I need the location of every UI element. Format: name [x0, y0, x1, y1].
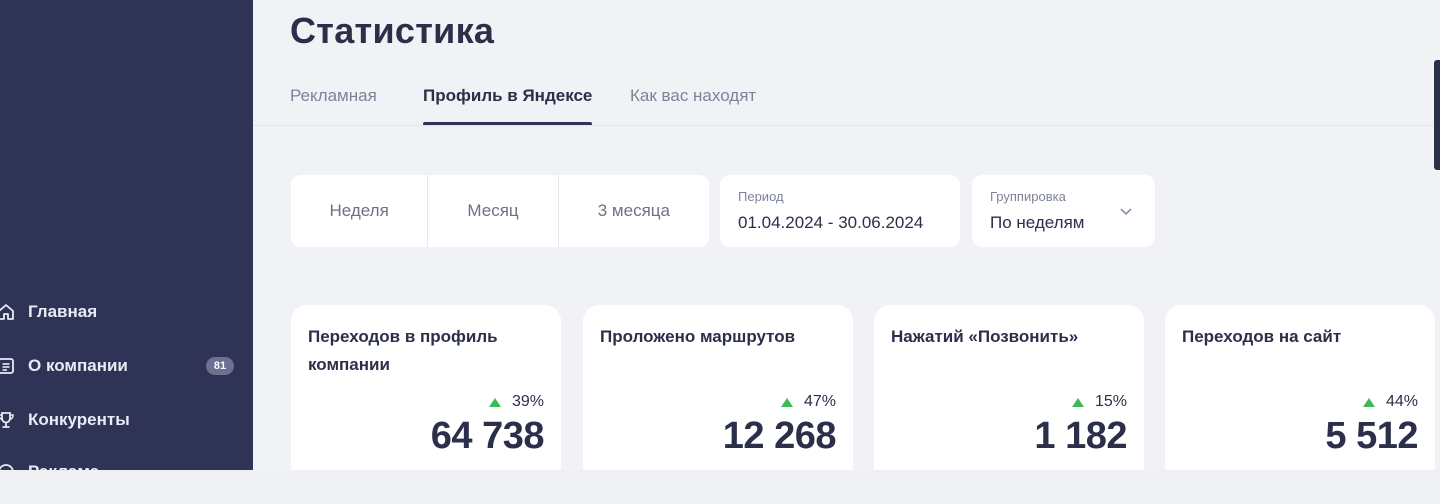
stat-card-site-visits[interactable]: Переходов на сайт 44% 5 512 — [1165, 305, 1435, 470]
sidebar-item-home[interactable]: Главная — [0, 295, 253, 329]
stat-card-delta: 47% — [780, 393, 836, 411]
trend-up-icon — [488, 397, 501, 407]
bottom-band — [0, 470, 1440, 504]
ads-icon — [0, 462, 16, 470]
period-value: 01.04.2024 - 30.06.2024 — [738, 213, 924, 232]
stat-card-title: Проложено маршрутов — [600, 327, 796, 346]
stat-card-delta: 39% — [488, 393, 544, 411]
stat-card-value: 1 182 — [1034, 415, 1127, 457]
sidebar-item-label: О компании — [28, 356, 128, 375]
grouping-label: Группировка — [990, 189, 1066, 204]
tab-label: Как вас находят — [630, 86, 757, 105]
tab-yandex-profile[interactable]: Профиль в Яндексе — [423, 86, 593, 126]
page-title: Статистика — [290, 10, 495, 51]
tab-how-found[interactable]: Как вас находят — [630, 86, 756, 126]
page-edge-scroll-handle — [1434, 60, 1440, 170]
delta-value: 47% — [803, 393, 836, 410]
document-icon — [0, 356, 16, 376]
stat-card-value: 64 738 — [430, 415, 545, 457]
stat-card-calls[interactable]: Нажатий «Позвонить» 15% 1 182 — [874, 305, 1144, 470]
sidebar-item-label: Реклама — [28, 462, 99, 470]
grouping-value: По неделям — [990, 213, 1085, 232]
home-icon — [0, 302, 16, 322]
sidebar-item-company[interactable]: О компании 81 — [0, 349, 253, 383]
sidebar-item-label: Главная — [28, 302, 98, 321]
tab-label: Рекламная — [290, 86, 377, 105]
stat-card-profile-visits[interactable]: Переходов в профиль компании 39% 64 738 — [291, 305, 561, 470]
period-3months-button[interactable]: 3 месяца — [559, 175, 709, 247]
count-badge: 81 — [206, 357, 234, 375]
stat-card-value: 12 268 — [722, 415, 837, 457]
trend-up-icon — [780, 397, 793, 407]
stat-card-delta: 15% — [1071, 393, 1127, 411]
period-segmented-control: Неделя Месяц 3 месяца — [291, 175, 709, 247]
grouping-select[interactable]: Группировка По неделям — [972, 175, 1155, 247]
stat-card-delta: 44% — [1362, 393, 1418, 411]
delta-value: 39% — [511, 393, 544, 410]
period-week-button[interactable]: Неделя — [291, 175, 429, 247]
sidebar: Главная О компании 81 Конкуренты Реклама — [0, 0, 253, 470]
tab-ads[interactable]: Рекламная — [290, 86, 377, 126]
tab-label: Профиль в Яндексе — [423, 86, 593, 105]
stat-card-title: Нажатий «Позвонить» — [891, 327, 1079, 346]
stat-card-routes[interactable]: Проложено маршрутов 47% 12 268 — [583, 305, 853, 470]
chevron-down-icon — [1119, 203, 1133, 221]
trend-up-icon — [1362, 397, 1375, 407]
period-label: Период — [738, 189, 784, 204]
sidebar-item-ads[interactable]: Реклама — [0, 455, 253, 470]
delta-value: 44% — [1385, 393, 1418, 410]
stat-card-title: Переходов на сайт — [1182, 327, 1342, 346]
main-content: Статистика Рекламная Профиль в Яндексе К… — [253, 0, 1440, 470]
period-date-field[interactable]: Период 01.04.2024 - 30.06.2024 — [720, 175, 960, 247]
sidebar-item-label: Конкуренты — [28, 410, 130, 429]
sidebar-item-competitors[interactable]: Конкуренты — [0, 403, 253, 437]
trophy-icon — [0, 410, 16, 430]
stat-card-title: Переходов в профиль компании — [308, 327, 498, 374]
trend-up-icon — [1071, 397, 1084, 407]
period-month-button[interactable]: Месяц — [428, 175, 559, 247]
stat-card-value: 5 512 — [1325, 415, 1418, 457]
delta-value: 15% — [1094, 393, 1127, 410]
tabs-divider — [253, 125, 1440, 126]
